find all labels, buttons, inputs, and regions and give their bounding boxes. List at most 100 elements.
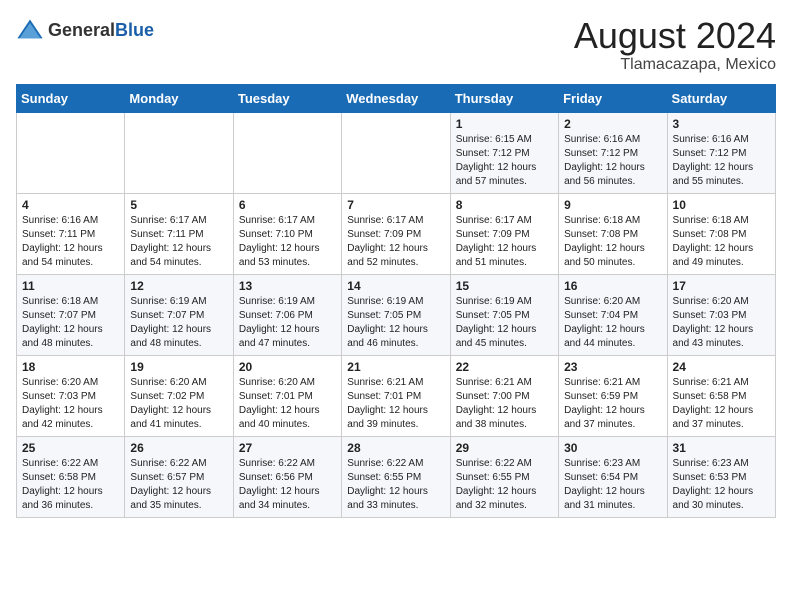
day-number: 29: [456, 441, 553, 455]
day-number: 8: [456, 198, 553, 212]
day-number: 11: [22, 279, 119, 293]
day-info: Sunrise: 6:20 AMSunset: 7:03 PMDaylight:…: [22, 376, 119, 432]
logo-general-text: General: [48, 20, 115, 40]
calendar-cell: 27 Sunrise: 6:22 AMSunset: 6:56 PMDayligh…: [233, 436, 341, 517]
day-info: Sunrise: 6:22 AMSunset: 6:56 PMDaylight:…: [239, 457, 336, 513]
calendar-cell: 12Sunrise: 6:19 AMSunset: 7:07 PMDayligh…: [125, 274, 233, 355]
day-info: Sunrise: 6:20 AMSunset: 7:03 PMDaylight:…: [673, 295, 770, 351]
day-info: Sunrise: 6:22 AMSunset: 6:55 PMDaylight:…: [347, 457, 444, 513]
day-info: Sunrise: 6:15 AMSunset: 7:12 PMDaylight:…: [456, 133, 553, 189]
weekday-header-row: SundayMondayTuesdayWednesdayThursdayFrid…: [17, 84, 776, 112]
day-number: 21: [347, 360, 444, 374]
header: GeneralBlue August 2024 Tlamacazapa, Mex…: [16, 16, 776, 74]
calendar-cell: 16Sunrise: 6:20 AMSunset: 7:04 PMDayligh…: [559, 274, 667, 355]
calendar-cell: 2 Sunrise: 6:16 AMSunset: 7:12 PMDaylight…: [559, 112, 667, 193]
day-number: 19: [130, 360, 227, 374]
week-row-1: 1 Sunrise: 6:15 AMSunset: 7:12 PMDaylight…: [17, 112, 776, 193]
calendar-cell: 31Sunrise: 6:23 AMSunset: 6:53 PMDayligh…: [667, 436, 775, 517]
day-number: 24: [673, 360, 770, 374]
day-info: Sunrise: 6:16 AMSunset: 7:12 PMDaylight:…: [673, 133, 770, 189]
day-number: 25: [22, 441, 119, 455]
calendar-cell: [233, 112, 341, 193]
day-number: 28: [347, 441, 444, 455]
day-info: Sunrise: 6:21 AMSunset: 7:01 PMDaylight:…: [347, 376, 444, 432]
logo: GeneralBlue: [16, 16, 154, 44]
weekday-header-saturday: Saturday: [667, 84, 775, 112]
calendar-cell: 14Sunrise: 6:19 AMSunset: 7:05 PMDayligh…: [342, 274, 450, 355]
day-number: 5: [130, 198, 227, 212]
weekday-header-monday: Monday: [125, 84, 233, 112]
day-info: Sunrise: 6:17 AMSunset: 7:11 PMDaylight:…: [130, 214, 227, 270]
calendar-cell: 17 Sunrise: 6:20 AMSunset: 7:03 PMDayligh…: [667, 274, 775, 355]
calendar-cell: 19 Sunrise: 6:20 AMSunset: 7:02 PMDayligh…: [125, 355, 233, 436]
calendar-cell: 25Sunrise: 6:22 AMSunset: 6:58 PMDayligh…: [17, 436, 125, 517]
day-number: 31: [673, 441, 770, 455]
logo-wordmark: GeneralBlue: [48, 20, 154, 41]
day-number: 17: [673, 279, 770, 293]
day-info: Sunrise: 6:18 AMSunset: 7:07 PMDaylight:…: [22, 295, 119, 351]
calendar-cell: 1 Sunrise: 6:15 AMSunset: 7:12 PMDaylight…: [450, 112, 558, 193]
day-info: Sunrise: 6:19 AMSunset: 7:06 PMDaylight:…: [239, 295, 336, 351]
calendar-cell: 18 Sunrise: 6:20 AMSunset: 7:03 PMDayligh…: [17, 355, 125, 436]
day-info: Sunrise: 6:16 AMSunset: 7:12 PMDaylight:…: [564, 133, 661, 189]
day-number: 23: [564, 360, 661, 374]
calendar-cell: 5 Sunrise: 6:17 AMSunset: 7:11 PMDaylight…: [125, 193, 233, 274]
day-info: Sunrise: 6:20 AMSunset: 7:04 PMDaylight:…: [564, 295, 661, 351]
day-number: 13: [239, 279, 336, 293]
calendar-cell: 4 Sunrise: 6:16 AMSunset: 7:11 PMDaylight…: [17, 193, 125, 274]
day-number: 20: [239, 360, 336, 374]
day-number: 14: [347, 279, 444, 293]
weekday-header-wednesday: Wednesday: [342, 84, 450, 112]
calendar-cell: 21 Sunrise: 6:21 AMSunset: 7:01 PMDayligh…: [342, 355, 450, 436]
day-number: 27: [239, 441, 336, 455]
weekday-header-sunday: Sunday: [17, 84, 125, 112]
day-info: Sunrise: 6:17 AMSunset: 7:10 PMDaylight:…: [239, 214, 336, 270]
day-info: Sunrise: 6:16 AMSunset: 7:11 PMDaylight:…: [22, 214, 119, 270]
day-number: 30: [564, 441, 661, 455]
calendar-cell: 15Sunrise: 6:19 AMSunset: 7:05 PMDayligh…: [450, 274, 558, 355]
day-info: Sunrise: 6:19 AMSunset: 7:05 PMDaylight:…: [456, 295, 553, 351]
day-info: Sunrise: 6:22 AMSunset: 6:55 PMDaylight:…: [456, 457, 553, 513]
calendar-cell: 6 Sunrise: 6:17 AMSunset: 7:10 PMDaylight…: [233, 193, 341, 274]
day-number: 6: [239, 198, 336, 212]
calendar-cell: 7Sunrise: 6:17 AMSunset: 7:09 PMDaylight…: [342, 193, 450, 274]
calendar-cell: 3 Sunrise: 6:16 AMSunset: 7:12 PMDaylight…: [667, 112, 775, 193]
day-info: Sunrise: 6:20 AMSunset: 7:02 PMDaylight:…: [130, 376, 227, 432]
calendar-cell: 8Sunrise: 6:17 AMSunset: 7:09 PMDaylight…: [450, 193, 558, 274]
calendar-cell: 24Sunrise: 6:21 AMSunset: 6:58 PMDayligh…: [667, 355, 775, 436]
title-area: August 2024 Tlamacazapa, Mexico: [574, 16, 776, 74]
day-number: 22: [456, 360, 553, 374]
day-number: 2: [564, 117, 661, 131]
calendar-cell: 10Sunrise: 6:18 AMSunset: 7:08 PMDayligh…: [667, 193, 775, 274]
day-info: Sunrise: 6:17 AMSunset: 7:09 PMDaylight:…: [347, 214, 444, 270]
day-number: 3: [673, 117, 770, 131]
day-info: Sunrise: 6:22 AMSunset: 6:57 PMDaylight:…: [130, 457, 227, 513]
weekday-header-friday: Friday: [559, 84, 667, 112]
calendar-cell: [342, 112, 450, 193]
logo-blue-text: Blue: [115, 20, 154, 40]
day-number: 18: [22, 360, 119, 374]
calendar-table: SundayMondayTuesdayWednesdayThursdayFrid…: [16, 84, 776, 518]
day-info: Sunrise: 6:21 AMSunset: 7:00 PMDaylight:…: [456, 376, 553, 432]
calendar-cell: 22 Sunrise: 6:21 AMSunset: 7:00 PMDayligh…: [450, 355, 558, 436]
day-info: Sunrise: 6:18 AMSunset: 7:08 PMDaylight:…: [564, 214, 661, 270]
day-number: 12: [130, 279, 227, 293]
day-number: 9: [564, 198, 661, 212]
day-number: 4: [22, 198, 119, 212]
calendar-cell: 29 Sunrise: 6:22 AMSunset: 6:55 PMDayligh…: [450, 436, 558, 517]
calendar-cell: 26Sunrise: 6:22 AMSunset: 6:57 PMDayligh…: [125, 436, 233, 517]
calendar-title: August 2024: [574, 16, 776, 56]
calendar-cell: 11 Sunrise: 6:18 AMSunset: 7:07 PMDayligh…: [17, 274, 125, 355]
logo-icon: [16, 16, 44, 44]
calendar-cell: 28 Sunrise: 6:22 AMSunset: 6:55 PMDayligh…: [342, 436, 450, 517]
calendar-cell: [17, 112, 125, 193]
day-info: Sunrise: 6:21 AMSunset: 6:59 PMDaylight:…: [564, 376, 661, 432]
calendar-cell: 20Sunrise: 6:20 AMSunset: 7:01 PMDayligh…: [233, 355, 341, 436]
day-info: Sunrise: 6:23 AMSunset: 6:54 PMDaylight:…: [564, 457, 661, 513]
week-row-4: 18 Sunrise: 6:20 AMSunset: 7:03 PMDayligh…: [17, 355, 776, 436]
calendar-cell: 30 Sunrise: 6:23 AMSunset: 6:54 PMDayligh…: [559, 436, 667, 517]
week-row-2: 4 Sunrise: 6:16 AMSunset: 7:11 PMDaylight…: [17, 193, 776, 274]
day-number: 1: [456, 117, 553, 131]
calendar-cell: 13 Sunrise: 6:19 AMSunset: 7:06 PMDayligh…: [233, 274, 341, 355]
calendar-cell: 23 Sunrise: 6:21 AMSunset: 6:59 PMDayligh…: [559, 355, 667, 436]
